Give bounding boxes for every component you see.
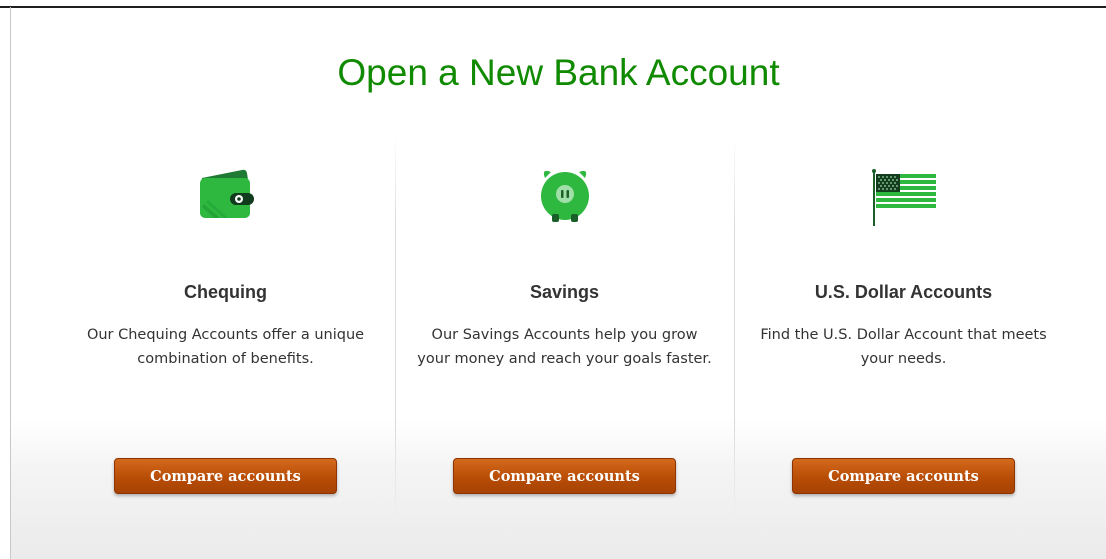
piggy-bank-icon (525, 160, 605, 230)
account-card-description: Our Chequing Accounts offer a unique com… (86, 327, 365, 367)
compare-accounts-button-savings[interactable]: Compare accounts (453, 458, 676, 494)
compare-accounts-button-chequing[interactable]: Compare accounts (114, 458, 337, 494)
account-card-usd: U.S. Dollar Accounts Find the U.S. Dolla… (734, 135, 1073, 520)
account-card-title: Savings (529, 282, 600, 302)
account-card-chequing: Chequing Our Chequing Accounts offer a u… (56, 135, 395, 520)
page-title: Open a New Bank Account (337, 52, 780, 93)
top-border (0, 6, 1106, 8)
account-card-title: U.S. Dollar Accounts (814, 282, 993, 302)
account-card-savings: Savings Our Savings Accounts help you gr… (395, 135, 734, 520)
compare-accounts-button-usd[interactable]: Compare accounts (792, 458, 1015, 494)
account-card-title: Chequing (184, 282, 267, 302)
wallet-icon (186, 160, 266, 230)
account-card-description: Our Savings Accounts help you grow your … (417, 327, 712, 367)
us-flag-icon (864, 160, 944, 230)
account-card-description: Find the U.S. Dollar Account that meets … (760, 327, 1047, 367)
